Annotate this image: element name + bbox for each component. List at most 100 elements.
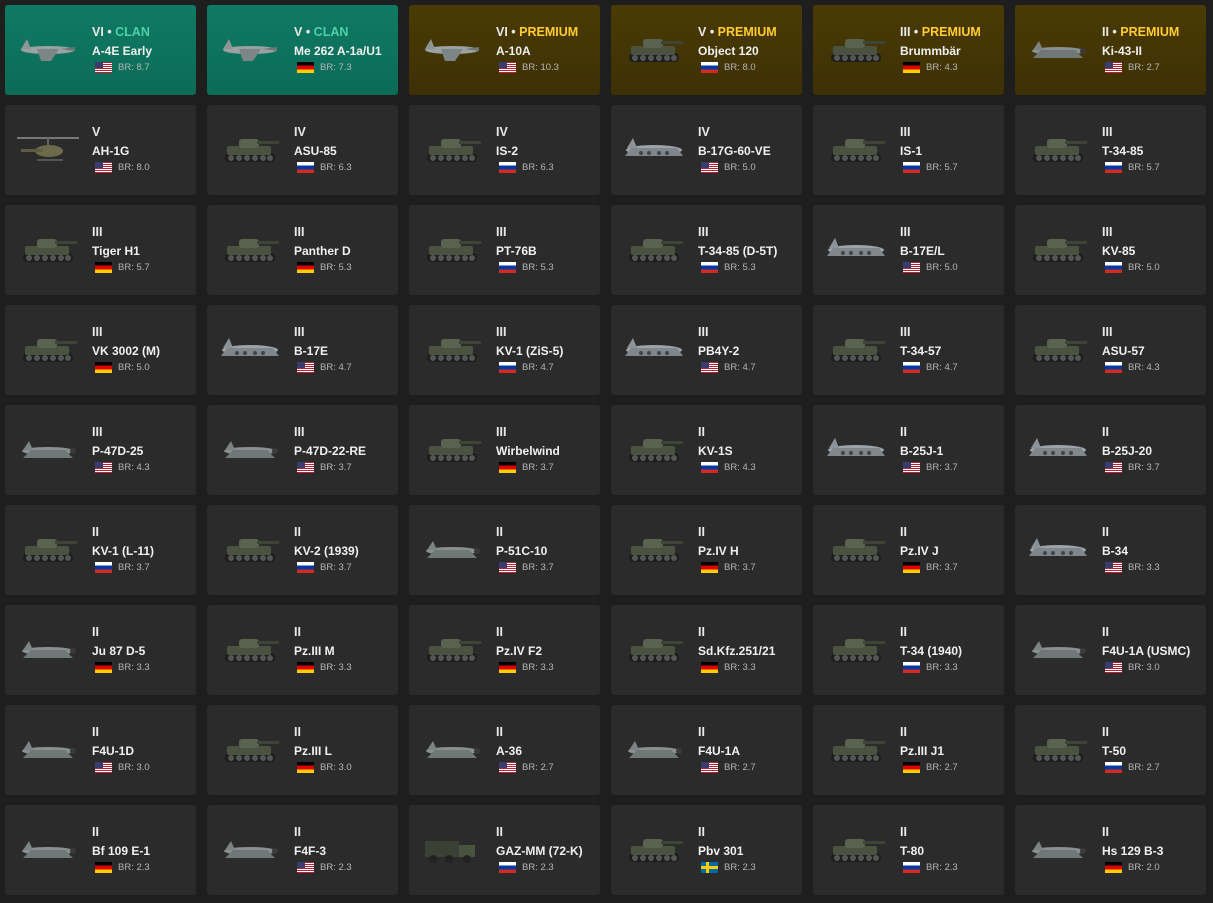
vehicle-name: A-36 bbox=[496, 744, 523, 758]
ger-flag-icon bbox=[95, 362, 112, 373]
battle-rating: BR: 4.7 bbox=[926, 362, 958, 373]
vehicle-name: P-51C-10 bbox=[496, 544, 548, 558]
plane-icon bbox=[621, 729, 687, 769]
vehicle-card[interactable]: II A-36 BR: 2.7 bbox=[409, 705, 600, 795]
vehicle-name: Pz.IV H bbox=[698, 544, 739, 558]
tier-label: II • PREMIUM bbox=[1102, 25, 1180, 39]
vehicle-card[interactable]: II GAZ-MM (72-K) BR: 2.3 bbox=[409, 805, 600, 895]
vehicle-name: Pz.IV F2 bbox=[496, 644, 543, 658]
vehicle-card[interactable]: III T-34-85 (D-5T) BR: 5.3 bbox=[611, 205, 802, 295]
vehicle-card[interactable]: II KV-1 (L-11) BR: 3.7 bbox=[5, 505, 196, 595]
vehicle-card[interactable]: II KV-1S BR: 4.3 bbox=[611, 405, 802, 495]
tier-label: II bbox=[900, 624, 1000, 640]
battle-rating: BR: 4.7 bbox=[724, 362, 756, 373]
vehicle-card[interactable]: II Pz.III L BR: 3.0 bbox=[207, 705, 398, 795]
vehicle-card[interactable]: III B-17E/L BR: 5.0 bbox=[813, 205, 1004, 295]
tier-label: VI • PREMIUM bbox=[496, 25, 579, 39]
vehicle-card[interactable]: II Pz.III M BR: 3.3 bbox=[207, 605, 398, 695]
vehicle-card[interactable]: II F4F-3 BR: 2.3 bbox=[207, 805, 398, 895]
tier-rank: IV bbox=[294, 125, 306, 139]
vehicle-card[interactable]: V • PREMIUM Object 120 BR: 8.0 bbox=[611, 5, 802, 95]
vehicle-card[interactable]: II Pz.III J1 BR: 2.7 bbox=[813, 705, 1004, 795]
vehicle-card[interactable]: III Tiger H1 BR: 5.7 bbox=[5, 205, 196, 295]
tier-label: II bbox=[698, 824, 798, 840]
vehicle-card[interactable]: IV IS-2 BR: 6.3 bbox=[409, 105, 600, 195]
vehicle-card[interactable]: III KV-1 (ZiS-5) BR: 4.7 bbox=[409, 305, 600, 395]
battle-rating: BR: 3.7 bbox=[118, 562, 150, 573]
vehicle-card[interactable]: III • PREMIUM Brummbär BR: 4.3 bbox=[813, 5, 1004, 95]
vehicle-card[interactable]: II Pz.IV H BR: 3.7 bbox=[611, 505, 802, 595]
vehicle-card[interactable]: IV B-17G-60-VE BR: 5.0 bbox=[611, 105, 802, 195]
vehicle-name: F4U-1A bbox=[698, 744, 741, 758]
tier-label: II bbox=[698, 624, 798, 640]
vehicle-card[interactable]: II Pbv 301 BR: 2.3 bbox=[611, 805, 802, 895]
vehicle-name: B-17E/L bbox=[900, 244, 945, 258]
vehicle-card[interactable]: VI • CLAN A-4E Early BR: 8.7 bbox=[5, 5, 196, 95]
vehicle-card[interactable]: II B-34 BR: 3.3 bbox=[1015, 505, 1206, 595]
vehicle-name: B-17E bbox=[294, 344, 329, 358]
usa-flag-icon bbox=[499, 762, 516, 773]
vehicle-card[interactable]: III PT-76B BR: 5.3 bbox=[409, 205, 600, 295]
vehicle-card[interactable]: III T-34-85 BR: 5.7 bbox=[1015, 105, 1206, 195]
vehicle-name: KV-85 bbox=[1102, 244, 1136, 258]
tank-icon bbox=[217, 129, 283, 169]
vehicle-card[interactable]: II • PREMIUM Ki-43-II BR: 2.7 bbox=[1015, 5, 1206, 95]
vehicle-card[interactable]: VI • PREMIUM A-10A BR: 10.3 bbox=[409, 5, 600, 95]
ussr-flag-icon bbox=[499, 362, 516, 373]
vehicle-card[interactable]: III ASU-57 BR: 4.3 bbox=[1015, 305, 1206, 395]
vehicle-card[interactable]: II KV-2 (1939) BR: 3.7 bbox=[207, 505, 398, 595]
vehicle-card[interactable]: III Panther D BR: 5.3 bbox=[207, 205, 398, 295]
usa-flag-icon bbox=[499, 62, 516, 73]
tier-label: II bbox=[1102, 424, 1202, 440]
vehicle-card[interactable]: II F4U-1A BR: 2.7 bbox=[611, 705, 802, 795]
vehicle-card[interactable]: IV ASU-85 BR: 6.3 bbox=[207, 105, 398, 195]
battle-rating: BR: 3.7 bbox=[724, 562, 756, 573]
vehicle-card[interactable]: III P-47D-25 BR: 4.3 bbox=[5, 405, 196, 495]
tier-rank: III bbox=[294, 425, 305, 439]
bomber-icon bbox=[1025, 429, 1091, 469]
vehicle-card[interactable]: II T-34 (1940) BR: 3.3 bbox=[813, 605, 1004, 695]
vehicle-card[interactable]: III PB4Y-2 BR: 4.7 bbox=[611, 305, 802, 395]
ger-flag-icon bbox=[499, 462, 516, 473]
vehicle-card[interactable]: II T-80 BR: 2.3 bbox=[813, 805, 1004, 895]
vehicle-card[interactable]: II Pz.IV J BR: 3.7 bbox=[813, 505, 1004, 595]
tier-label: III bbox=[1102, 124, 1202, 140]
tier-rank: II bbox=[900, 425, 907, 439]
tier-rank: II bbox=[900, 625, 907, 639]
tier-rank: III bbox=[698, 325, 709, 339]
vehicle-card[interactable]: III Wirbelwind BR: 3.7 bbox=[409, 405, 600, 495]
tier-label: III bbox=[698, 324, 798, 340]
battle-rating: BR: 3.7 bbox=[926, 562, 958, 573]
vehicle-card[interactable]: II Pz.IV F2 BR: 3.3 bbox=[409, 605, 600, 695]
vehicle-card[interactable]: V • CLAN Me 262 A-1a/U1 BR: 7.3 bbox=[207, 5, 398, 95]
tier-label: III bbox=[1102, 224, 1202, 240]
vehicle-card[interactable]: II T-50 BR: 2.7 bbox=[1015, 705, 1206, 795]
vehicle-card[interactable]: II F4U-1A (USMC) BR: 3.0 bbox=[1015, 605, 1206, 695]
battle-rating: BR: 6.3 bbox=[320, 162, 352, 173]
vehicle-card[interactable]: II Bf 109 E-1 BR: 2.3 bbox=[5, 805, 196, 895]
battle-rating: BR: 2.3 bbox=[320, 862, 352, 873]
vehicle-card[interactable]: II Hs 129 B-3 BR: 2.0 bbox=[1015, 805, 1206, 895]
tier-rank: II bbox=[294, 625, 301, 639]
vehicle-card[interactable]: III P-47D-22-RE BR: 3.7 bbox=[207, 405, 398, 495]
battle-rating: BR: 3.3 bbox=[1128, 562, 1160, 573]
vehicle-card[interactable]: II Ju 87 D-5 BR: 3.3 bbox=[5, 605, 196, 695]
tier-label: II bbox=[900, 824, 1000, 840]
vehicle-card[interactable]: II F4U-1D BR: 3.0 bbox=[5, 705, 196, 795]
ger-flag-icon bbox=[903, 62, 920, 73]
vehicle-card[interactable]: II P-51C-10 BR: 3.7 bbox=[409, 505, 600, 595]
vehicle-card[interactable]: III VK 3002 (M) BR: 5.0 bbox=[5, 305, 196, 395]
vehicle-card[interactable]: III B-17E BR: 4.7 bbox=[207, 305, 398, 395]
vehicle-card[interactable]: III T-34-57 BR: 4.7 bbox=[813, 305, 1004, 395]
vehicle-card[interactable]: III IS-1 BR: 5.7 bbox=[813, 105, 1004, 195]
vehicle-card[interactable]: II B-25J-20 BR: 3.7 bbox=[1015, 405, 1206, 495]
plane-icon bbox=[15, 729, 81, 769]
vehicle-card[interactable]: II Sd.Kfz.251/21 BR: 3.3 bbox=[611, 605, 802, 695]
tier-rank: II bbox=[92, 825, 99, 839]
tier-rank: II bbox=[496, 825, 503, 839]
vehicle-card[interactable]: V AH-1G BR: 8.0 bbox=[5, 105, 196, 195]
tier-label: III bbox=[92, 324, 192, 340]
vehicle-card[interactable]: II B-25J-1 BR: 3.7 bbox=[813, 405, 1004, 495]
vehicle-card[interactable]: III KV-85 BR: 5.0 bbox=[1015, 205, 1206, 295]
vehicle-grid: VI • CLAN A-4E Early BR: 8.7 V • CLAN Me 262… bbox=[0, 0, 1213, 903]
